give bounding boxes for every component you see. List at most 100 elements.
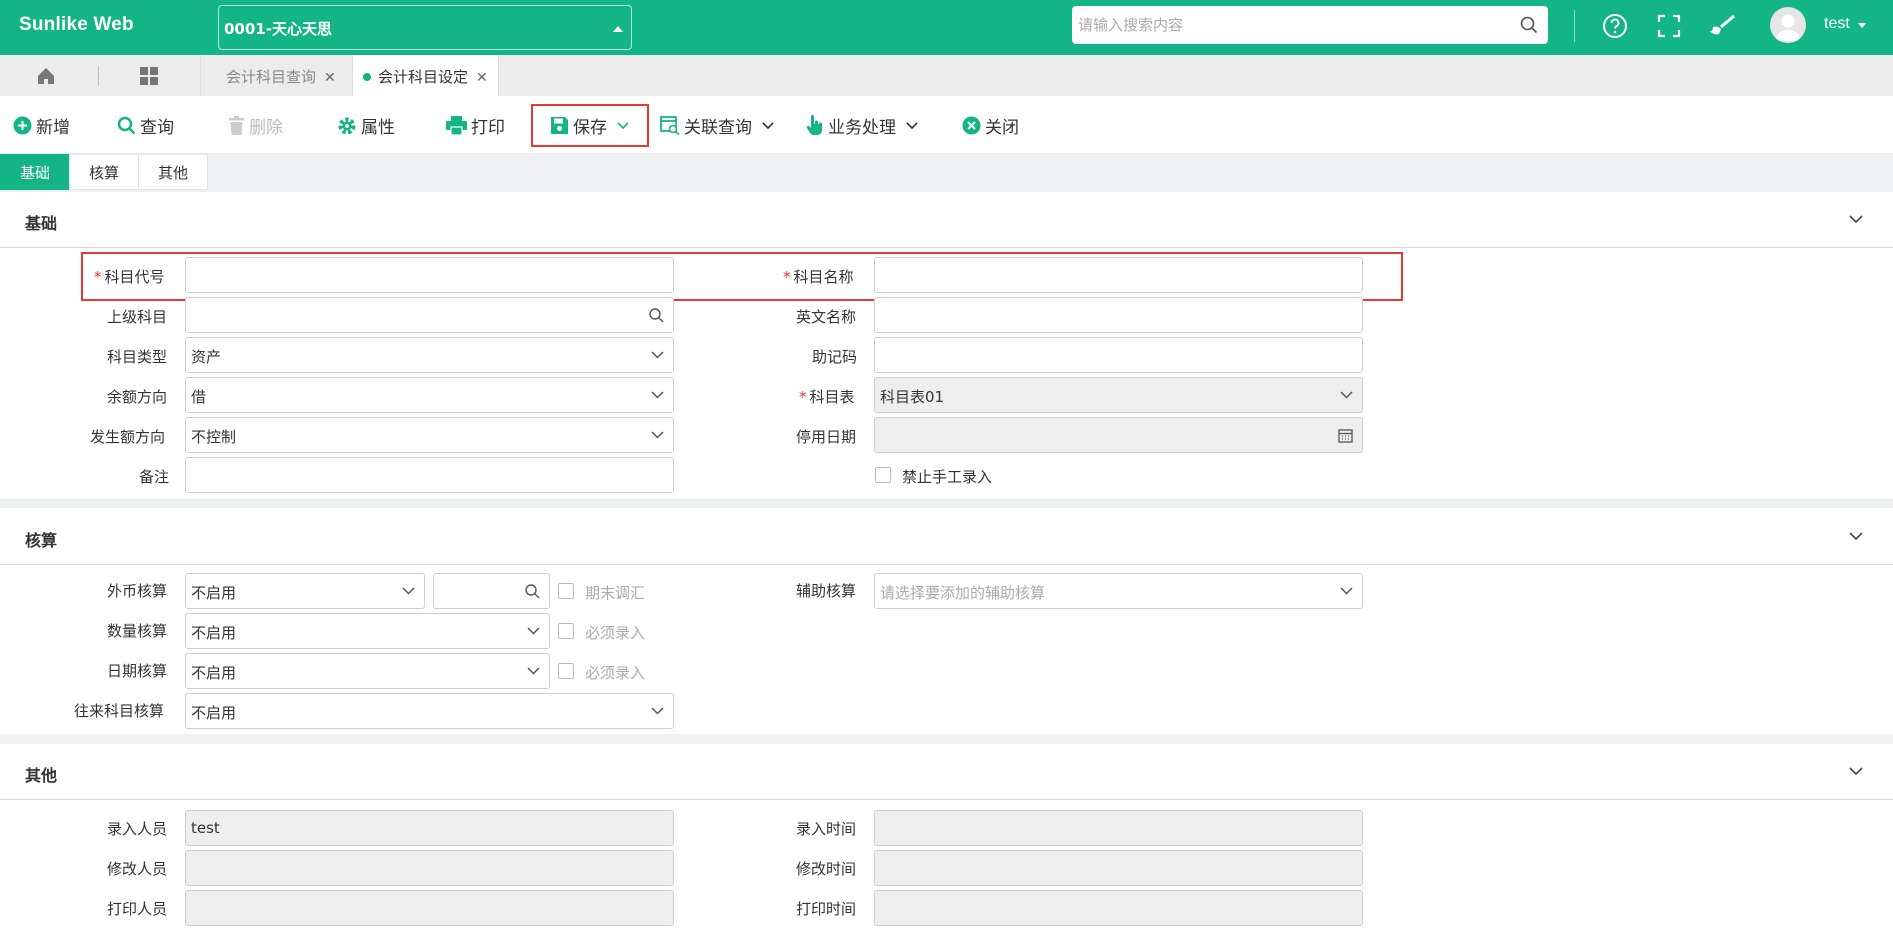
chevron-down-icon (1849, 767, 1863, 776)
tab-label: 会计科目设定 (378, 68, 469, 86)
delete-button-label: 删除 (249, 118, 283, 138)
chevron-down-icon (1340, 587, 1353, 595)
chevron-down-icon (527, 667, 540, 675)
properties-button[interactable]: 属性 (337, 113, 395, 138)
delete-button[interactable]: 删除 (228, 113, 283, 138)
remark-field[interactable] (185, 457, 674, 493)
active-dot-icon (363, 73, 371, 81)
quantity-accounting-label: 数量核算 (107, 622, 168, 640)
disable-date-field[interactable] (874, 417, 1363, 453)
print-user-label: 打印人员 (107, 900, 168, 918)
modify-user-field (185, 850, 674, 886)
related-query-button[interactable]: 关联查询 (660, 113, 774, 138)
modify-user-label: 修改人员 (107, 860, 168, 878)
tab-account-setting[interactable]: 会计科目设定 ✕ (352, 55, 499, 96)
section-accounting-header[interactable]: 核算 (0, 508, 1893, 565)
search-input[interactable] (1072, 6, 1492, 44)
period-end-adjust-label: 期末调汇 (585, 584, 646, 602)
search-icon (117, 116, 136, 135)
avatar[interactable] (1770, 7, 1806, 43)
related-query-button-label: 关联查询 (684, 118, 752, 138)
period-end-adjust-checkbox[interactable] (558, 583, 574, 599)
tab-label: 会计科目查询 (226, 68, 317, 86)
brand-logo: Sunlike Web (19, 14, 134, 35)
currency-lookup-field[interactable] (433, 573, 550, 609)
chevron-down-icon (1849, 215, 1863, 224)
entry-user-field: test (185, 810, 674, 846)
tab-account-query[interactable]: 会计科目查询 ✕ (216, 55, 346, 96)
trash-icon (229, 116, 244, 135)
date-accounting-label: 日期核算 (107, 662, 168, 680)
chevron-down-icon (651, 391, 664, 399)
account-type-select[interactable]: 资产 (185, 337, 674, 373)
theme-brush-icon[interactable] (1709, 13, 1737, 43)
print-button[interactable]: 打印 (446, 113, 505, 138)
chevron-down-icon (651, 351, 664, 359)
close-icon[interactable]: ✕ (476, 70, 488, 86)
occurrence-direction-select[interactable]: 不控制 (185, 417, 674, 453)
balance-direction-select[interactable]: 借 (185, 377, 674, 413)
foreign-currency-label: 外币核算 (107, 582, 168, 600)
chart-of-accounts-select[interactable]: 科目表01 (874, 377, 1363, 413)
quantity-required-checkbox[interactable] (558, 623, 574, 639)
caret-down-icon[interactable] (1858, 23, 1866, 28)
modify-time-label: 修改时间 (796, 860, 857, 878)
toolbar: 新增 查询 删除 属性 打印 保存 关联查询 业务处理 关闭 (0, 96, 1893, 153)
english-name-field[interactable] (874, 297, 1363, 333)
contact-account-select[interactable]: 不启用 (185, 693, 674, 729)
chevron-down-icon (651, 707, 664, 715)
auxiliary-accounting-label: 辅助核算 (796, 582, 857, 600)
divider (1574, 10, 1575, 42)
chevron-down-icon (527, 627, 540, 635)
page-tab-bar: 会计科目查询 ✕ 会计科目设定 ✕ (0, 55, 1893, 96)
mnemonic-label: 助记码 (812, 348, 858, 366)
mnemonic-field[interactable] (874, 337, 1363, 373)
foreign-currency-select[interactable]: 不启用 (185, 573, 425, 609)
required-fields-highlight-box (81, 252, 1403, 301)
print-user-field (185, 890, 674, 926)
tab-other[interactable]: 其他 (138, 154, 208, 190)
hand-pointer-icon (806, 115, 822, 135)
apps-grid-icon[interactable] (139, 66, 159, 90)
quantity-accounting-select[interactable]: 不启用 (185, 613, 550, 649)
section-basic-header[interactable]: 基础 (0, 192, 1893, 248)
query-button-label: 查询 (140, 118, 174, 138)
date-accounting-select[interactable]: 不启用 (185, 653, 550, 689)
add-button[interactable]: 新增 (13, 113, 70, 138)
close-icon[interactable]: ✕ (324, 70, 336, 86)
english-name-label: 英文名称 (796, 308, 857, 326)
global-search[interactable] (1072, 6, 1548, 44)
search-icon[interactable] (1520, 16, 1538, 38)
balance-direction-label: 余额方向 (107, 388, 168, 406)
remark-label: 备注 (139, 468, 170, 486)
entry-user-label: 录入人员 (107, 820, 168, 838)
business-button-label: 业务处理 (828, 118, 896, 138)
top-bar: Sunlike Web 0001-天心天思 test (0, 0, 1893, 55)
quantity-required-label: 必须录入 (585, 624, 646, 642)
home-icon[interactable] (36, 66, 56, 90)
auxiliary-accounting-select[interactable]: 请选择要添加的辅助核算 (874, 573, 1363, 609)
divider (98, 66, 99, 86)
no-manual-entry-checkbox[interactable] (875, 467, 891, 483)
save-highlight-box (531, 104, 649, 147)
fullscreen-icon[interactable] (1656, 13, 1682, 43)
parent-account-field[interactable] (185, 297, 674, 333)
parent-account-label: 上级科目 (107, 308, 168, 326)
account-type-label: 科目类型 (107, 348, 168, 366)
search-icon (525, 584, 540, 599)
close-button-label: 关闭 (985, 118, 1019, 138)
divider (200, 55, 201, 96)
business-button[interactable]: 业务处理 (806, 113, 918, 138)
org-selector[interactable]: 0001-天心天思 (218, 5, 632, 50)
date-required-checkbox[interactable] (558, 663, 574, 679)
user-name[interactable]: test (1824, 15, 1850, 33)
query-button[interactable]: 查询 (117, 113, 174, 138)
close-button[interactable]: 关闭 (962, 113, 1019, 138)
tab-basic[interactable]: 基础 (0, 154, 70, 190)
caret-up-icon (613, 26, 623, 32)
entry-time-label: 录入时间 (796, 820, 857, 838)
section-title: 基础 (25, 214, 58, 233)
tab-accounting[interactable]: 核算 (69, 154, 139, 190)
help-icon[interactable] (1602, 13, 1628, 43)
section-other-header[interactable]: 其他 (0, 744, 1893, 800)
